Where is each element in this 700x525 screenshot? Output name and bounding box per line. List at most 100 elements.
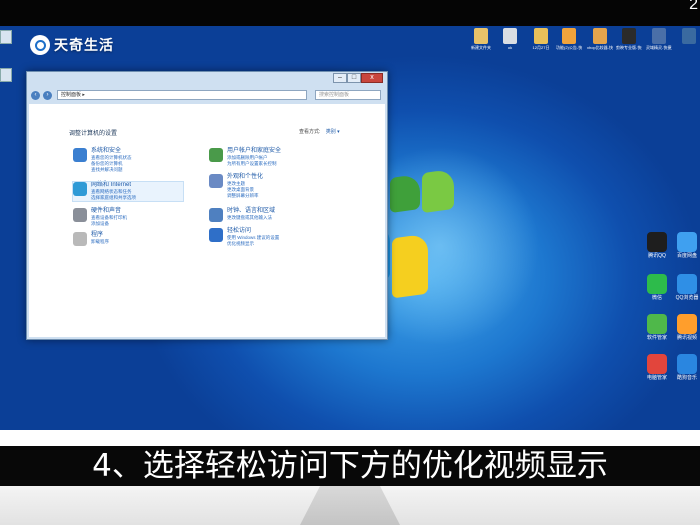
category-right-3[interactable]: 轻松访问 使用 Windows 建议的设置 优化视频显示 bbox=[209, 228, 279, 247]
shortcut-label: 新建文件夹 bbox=[471, 45, 491, 50]
desktop-app-shortcut[interactable]: 腾讯视频 bbox=[672, 314, 700, 341]
shortcut-label: 12月27日 bbox=[532, 45, 550, 50]
app-label: 腾讯视频 bbox=[676, 335, 697, 341]
app-icon bbox=[677, 314, 697, 334]
shortcut-icon bbox=[474, 28, 488, 44]
category-title[interactable]: 外观和个性化 bbox=[227, 174, 263, 181]
desktop-shortcut[interactable]: ok bbox=[497, 28, 523, 50]
desktop-app-shortcut[interactable]: 电脑管家 bbox=[642, 354, 672, 381]
category-left-1[interactable]: 网络和 Internet 查看网络状态和任务 选择家庭组和共享选项 bbox=[72, 181, 184, 202]
page-title: 调整计算机的设置 bbox=[69, 131, 118, 137]
desktop-shortcut[interactable]: 功能(2)公告-快捷方式 bbox=[556, 28, 582, 50]
category-link[interactable]: 调整屏幕分辨率 bbox=[227, 193, 263, 199]
category-link[interactable]: 为所有用户设置家长控制 bbox=[227, 161, 281, 167]
category-title[interactable]: 时钟、语言和区域 bbox=[227, 208, 275, 215]
app-label: 腾讯QQ bbox=[648, 253, 666, 259]
shortcut-label: 剪映专业版-快捷方式 bbox=[616, 45, 642, 50]
close-button[interactable]: x bbox=[361, 73, 383, 83]
control-panel-window[interactable]: – □ x ‹ › 控制面板 ▸ 搜索控制面板 调整计算机的设置 查看方式: 类… bbox=[26, 71, 388, 340]
category-right-2[interactable]: 时钟、语言和区域 更改键盘或其他输入法 bbox=[209, 208, 275, 222]
app-icon bbox=[677, 354, 697, 374]
app-label: 百度网盘 bbox=[676, 253, 697, 259]
watermark-brand: 天奇生活 bbox=[54, 37, 114, 53]
desktop-shortcut[interactable]: 12月27日 bbox=[528, 28, 554, 50]
watermark: 天奇生活 bbox=[30, 35, 114, 55]
forward-button[interactable]: › bbox=[43, 90, 52, 100]
app-icon bbox=[677, 274, 697, 294]
search-input[interactable]: 搜索控制面板 bbox=[315, 90, 381, 100]
category-icon bbox=[73, 232, 87, 246]
maximize-button[interactable]: □ bbox=[347, 73, 361, 83]
category-icon bbox=[209, 208, 223, 222]
category-title[interactable]: 系统和安全 bbox=[91, 148, 132, 155]
shortcut-icon bbox=[622, 28, 636, 44]
shortcut-label: ok bbox=[507, 45, 513, 50]
address-toolbar: ‹ › 控制面板 ▸ 搜索控制面板 bbox=[27, 88, 387, 102]
desktop-app-shortcut[interactable]: 软件管家 bbox=[642, 314, 672, 341]
category-title[interactable]: 轻松访问 bbox=[227, 228, 279, 235]
category-link[interactable]: 卸载程序 bbox=[91, 239, 109, 245]
category-icon bbox=[73, 208, 87, 222]
shortcut-label: 灵域精灵-快捷方式 bbox=[646, 45, 672, 50]
desktop-shortcut[interactable] bbox=[676, 28, 700, 45]
category-right-0[interactable]: 用户帐户和家庭安全 添加或删除用户帐户 为所有用户设置家长控制 bbox=[209, 148, 281, 167]
watermark-logo-icon bbox=[30, 35, 50, 55]
category-left-0[interactable]: 系统和安全 查看您的计算机状态 备份您的计算机 查找并解决问题 bbox=[73, 148, 132, 173]
desktop-shortcut[interactable]: 剪映专业版-快捷方式 bbox=[616, 28, 642, 50]
app-label: QQ浏览器 bbox=[675, 295, 699, 301]
category-link[interactable]: 添加设备 bbox=[91, 221, 127, 227]
address-bar[interactable]: 控制面板 ▸ bbox=[57, 90, 307, 100]
category-left-2[interactable]: 硬件和声音 查看设备和打印机 添加设备 bbox=[73, 208, 127, 227]
win-logo-lightgreen bbox=[422, 168, 454, 214]
back-button[interactable]: ‹ bbox=[31, 90, 40, 100]
category-link[interactable]: 更改键盘或其他输入法 bbox=[227, 215, 275, 221]
category-title[interactable]: 硬件和声音 bbox=[91, 208, 127, 215]
category-icon bbox=[209, 228, 223, 242]
win-logo-green bbox=[390, 173, 420, 214]
app-icon bbox=[647, 354, 667, 374]
view-by-dropdown[interactable]: 类别 ▾ bbox=[326, 129, 340, 135]
category-right-1[interactable]: 外观和个性化 更改主题 更改桌面背景 调整屏幕分辨率 bbox=[209, 174, 263, 199]
category-link[interactable]: 优化视频显示 bbox=[227, 241, 279, 247]
corner-glyph: 2 bbox=[689, 0, 698, 13]
view-by[interactable]: 查看方式: 类别 ▾ bbox=[299, 128, 340, 135]
category-title[interactable]: 用户帐户和家庭安全 bbox=[227, 148, 281, 155]
computer-icon[interactable] bbox=[0, 68, 12, 82]
category-title[interactable]: 网络和 Internet bbox=[91, 182, 136, 189]
desktop-app-shortcut[interactable]: 酷狗音乐 bbox=[672, 354, 700, 381]
win-logo-yellow bbox=[392, 233, 428, 299]
category-title[interactable]: 程序 bbox=[91, 232, 109, 239]
desktop: 天奇生活 新建文件夹 ok 12月27日 功能(2)公告-快捷方式 xhop比较器-快捷… bbox=[0, 26, 700, 430]
shortcut-icon bbox=[534, 28, 548, 44]
category-left-3[interactable]: 程序 卸载程序 bbox=[73, 232, 109, 246]
desktop-app-shortcut[interactable]: 百度网盘 bbox=[672, 232, 700, 259]
app-label: 软件管家 bbox=[646, 335, 667, 341]
shortcut-label: xhop比较器-快捷方式 bbox=[587, 45, 613, 50]
category-icon bbox=[73, 148, 87, 162]
app-icon bbox=[647, 274, 667, 294]
window-controls: – □ x bbox=[333, 73, 383, 83]
desktop-shortcut[interactable]: xhop比较器-快捷方式 bbox=[587, 28, 613, 50]
recycle-bin-icon[interactable] bbox=[0, 30, 12, 44]
desktop-app-shortcut[interactable]: QQ浏览器 bbox=[672, 274, 700, 301]
shortcut-icon bbox=[652, 28, 666, 44]
desktop-app-shortcut[interactable]: 微信 bbox=[642, 274, 672, 301]
shortcut-icon bbox=[593, 28, 607, 44]
app-label: 微信 bbox=[651, 295, 662, 301]
desktop-app-shortcut[interactable]: 腾讯QQ bbox=[642, 232, 672, 259]
category-link[interactable]: 选择家庭组和共享选项 bbox=[91, 195, 136, 201]
shortcut-icon bbox=[503, 28, 517, 44]
category-link[interactable]: 查找并解决问题 bbox=[91, 167, 132, 173]
shortcut-icon bbox=[562, 28, 576, 44]
category-icon bbox=[73, 182, 87, 196]
window-titlebar[interactable]: – □ x bbox=[27, 72, 387, 88]
shortcut-label: 功能(2)公告-快捷方式 bbox=[556, 45, 582, 50]
minimize-button[interactable]: – bbox=[333, 73, 347, 83]
app-icon bbox=[647, 232, 667, 252]
app-icon bbox=[677, 232, 697, 252]
category-icon bbox=[209, 174, 223, 188]
desktop-shortcut[interactable]: 灵域精灵-快捷方式 bbox=[646, 28, 672, 50]
desktop-shortcut[interactable]: 新建文件夹 bbox=[468, 28, 494, 50]
tutorial-caption: 4、选择轻松访问下方的优化视频显示 bbox=[92, 448, 608, 484]
control-panel-content: 调整计算机的设置 查看方式: 类别 ▾ 系统和安全 查看您的计算机状态 备份您的计算… bbox=[29, 104, 385, 337]
